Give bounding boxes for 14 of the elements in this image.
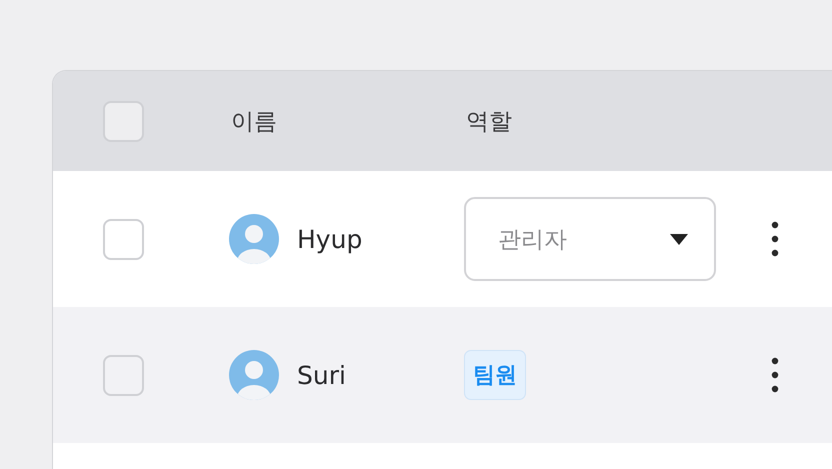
avatar-icon [229, 350, 279, 400]
row-checkbox[interactable] [103, 218, 144, 260]
more-menu-icon[interactable] [771, 221, 779, 257]
more-menu-icon[interactable] [771, 357, 779, 393]
select-all-checkbox[interactable] [103, 100, 144, 142]
row-checkbox[interactable] [103, 354, 144, 396]
avatar-icon [229, 214, 279, 264]
role-badge: 팀원 [464, 350, 526, 400]
user-name: Suri [297, 360, 346, 390]
role-dropdown[interactable]: 관리자 [464, 197, 716, 281]
caret-icon [670, 234, 688, 244]
user-name: Hyup [297, 224, 362, 254]
column-header: 이름 [231, 108, 277, 134]
column-header: 역할 [466, 108, 512, 134]
